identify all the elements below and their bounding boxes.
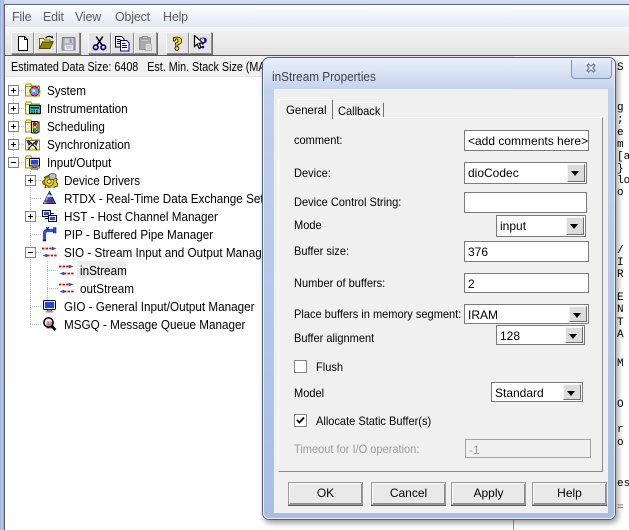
svg-text:?: ?: [173, 35, 183, 52]
